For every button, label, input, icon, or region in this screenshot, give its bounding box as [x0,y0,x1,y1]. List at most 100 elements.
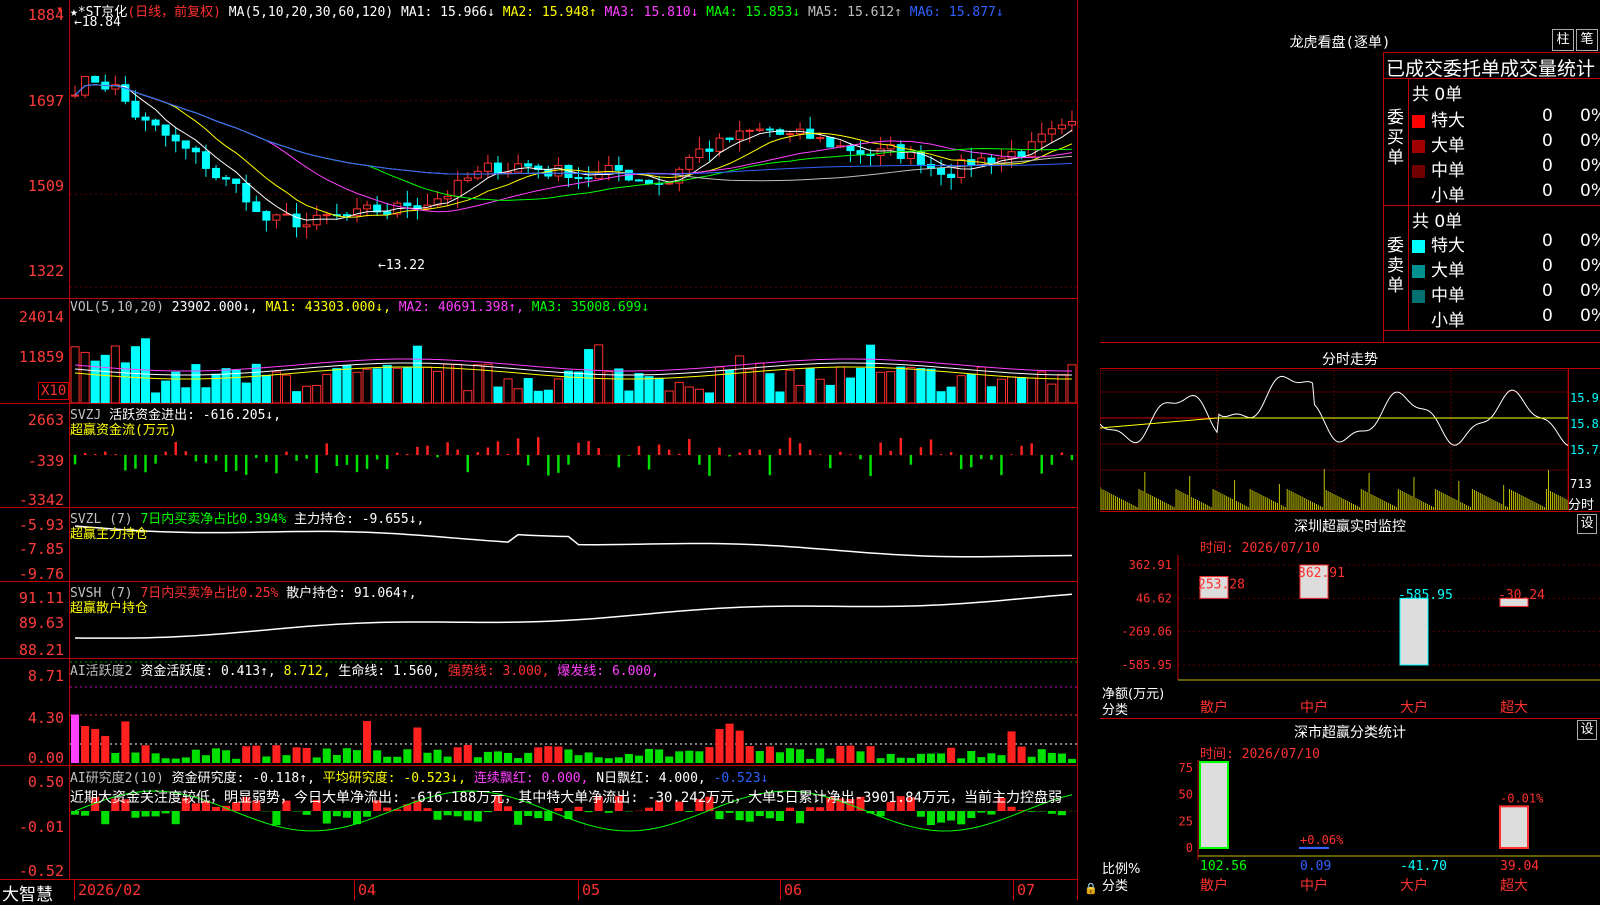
activity-bar [423,753,431,763]
order-color-swatch [1412,190,1425,203]
activity-bar [131,753,139,763]
candle-body [323,215,330,216]
main-holding-line [75,526,1072,557]
stats-chart[interactable]: 7550250102.56散户0.09+0.06%中户-41.70大户39.04… [1100,760,1600,900]
vol-bar [101,355,109,403]
candle-body [716,138,723,151]
research-bar [816,807,824,811]
candle-body [464,178,471,180]
intraday-panel[interactable] [1100,370,1568,510]
monitor-settings-button[interactable]: 设 [1577,514,1597,534]
activity-bar [826,759,834,763]
activity-bar [997,755,1005,763]
research-bar [333,811,341,816]
ma-value-1: MA1: 15.966↓ [401,5,495,20]
vol-bar [836,367,844,403]
vol-bar [695,389,703,403]
intraday-chart[interactable] [1100,370,1568,510]
vol-bar [182,388,190,403]
research-bar [1008,807,1016,811]
candlestick-chart[interactable] [70,0,1077,298]
tick-mode-button[interactable]: 笔 [1576,29,1598,51]
vol-title[interactable]: VOL(5,10,20) [70,300,164,315]
monitor-tick: 362.91 [1129,558,1172,572]
candle-body [1058,125,1065,129]
stats-settings-button[interactable]: 设 [1577,720,1597,740]
research-bar [383,808,391,811]
research-bar [927,811,935,825]
vol-bar [343,366,351,403]
stats-tick: 25 [1179,814,1193,828]
activity-bar [212,748,220,763]
candle-body [736,131,743,139]
research-bar [645,808,653,811]
activity-bar [564,749,572,763]
candle-body [646,180,653,183]
sell-order-label: 委卖单 [1387,236,1405,296]
vol-bar [363,369,371,403]
ai2-title[interactable]: AI研究度2(10) [70,771,164,786]
candle-body [1068,121,1075,125]
monitor-panel[interactable]: 362.9146.62-269.06-585.95253.28散户362.91中… [1100,555,1600,715]
order-name: 中单 [1431,161,1465,181]
ai1-title[interactable]: AI活跃度2 [70,664,132,679]
bar-mode-button[interactable]: 柱 [1552,29,1574,51]
candle-body [786,134,793,135]
monitor-tick: -269.06 [1121,625,1172,639]
collapse-arrow-icon[interactable]: ▾ [56,2,63,16]
candle-body [968,160,975,165]
order-color-swatch [1412,165,1425,178]
candle-body [243,183,250,201]
research-bar [957,811,965,824]
stats-tick: 75 [1179,761,1193,775]
candle-body [202,152,209,169]
stats-title: 深市超赢分类统计 [1250,722,1450,742]
research-bar [484,811,492,812]
monitor-chart[interactable]: 362.9146.62-269.06-585.95253.28散户362.91中… [1100,555,1600,715]
monitor-bar [1400,598,1428,665]
activity-bar [544,746,552,763]
candle-body [132,101,139,117]
vol-bar [262,375,270,403]
activity-bar [1068,759,1076,763]
stats-category: 中户 [1300,877,1328,894]
intraday-vol: 713 [1570,477,1592,491]
research-bar [504,806,512,811]
lock-icon[interactable]: 🔒 [1084,882,1098,895]
stats-value: 102.56 [1200,859,1247,874]
candle-body [726,138,733,139]
candle-body [706,149,713,151]
activity-bar [353,750,361,763]
research-bar [786,808,794,811]
activity-bar [1058,754,1066,763]
vol-bar [756,363,764,403]
research-bar [131,811,139,818]
stats-pct: -0.01% [1500,791,1544,805]
activity-bar [645,749,653,763]
research-bar [434,811,442,820]
research-bar [554,808,562,811]
activity-bar [967,751,975,763]
period-label[interactable]: (日线，前复权) [127,5,221,20]
candle-body [444,196,451,198]
candle-body [746,130,753,131]
order-stats-tab[interactable]: 已成交委托单成交量统计 [1386,54,1600,81]
order-pct: 0% [1580,231,1600,251]
activity-bar [1048,753,1056,763]
candle-body [303,225,310,227]
vol-bar [887,372,895,403]
ma-value-4: MA4: 15.853↓ [698,5,800,20]
research-bar [746,811,754,822]
price-panel[interactable] [70,0,1077,298]
research-bar [323,811,331,824]
price-tick: 1509 [28,177,64,195]
candle-body [615,166,622,171]
stats-panel[interactable]: 7550250102.56散户0.09+0.06%中户-41.70大户39.04… [1100,760,1600,900]
vol-bar [927,369,935,403]
activity-bar [363,721,371,763]
svsh-value: 散户持仓: 91.064↑, [286,586,416,601]
vol-bar [444,364,452,403]
vol-bar [554,379,562,403]
ma-value-5: MA5: 15.612↑ [800,5,902,20]
svzl-tick: -7.85 [19,540,64,558]
